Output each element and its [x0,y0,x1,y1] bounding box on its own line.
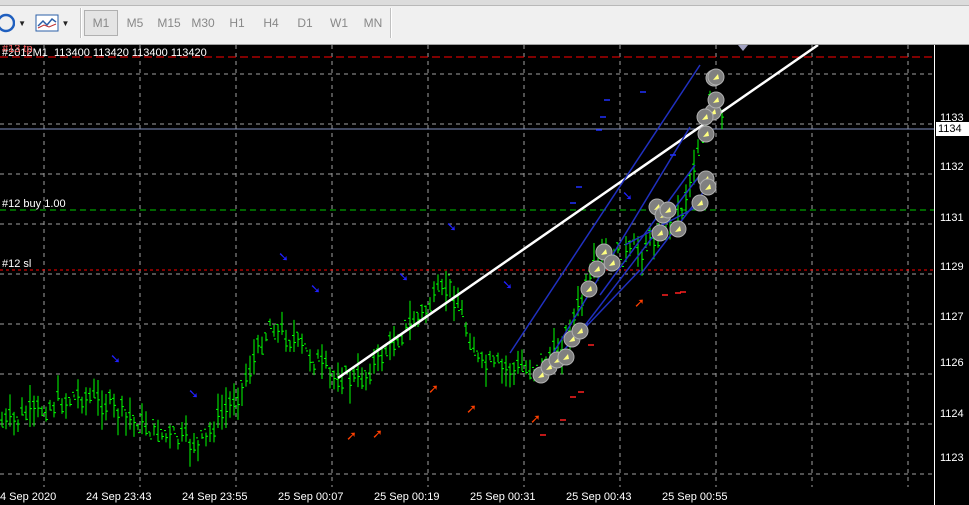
buy-arrow-icon: ➚ [634,296,645,311]
toolbar-separator [390,8,392,38]
buy-arrow-icon: ➚ [428,382,439,397]
timeframe-w1-button[interactable]: W1 [322,10,356,36]
sell-arrow-icon: ➘ [278,250,289,265]
sell-arrow-icon: ➘ [110,352,121,367]
sell-arrow-icon: ➘ [446,220,457,235]
price-axis-label: 1127 [940,311,964,323]
timeframe-d1-button[interactable]: D1 [288,10,322,36]
chart-area[interactable]: ➘ ➘ ➘ ➘ ➘ ➘ ➘ ➘ ➚ ➚ ➚ ➚ ➚ ➚ #2012M1 113400 113420 113… [0,45,969,505]
price-chart[interactable]: ➘ ➘ ➘ ➘ ➘ ➘ ➘ ➘ ➚ ➚ ➚ ➚ ➚ ➚ [0,45,969,505]
time-axis-label: 25 Sep 00:19 [374,491,440,503]
time-axis-label: 24 Sep 23:55 [182,491,248,503]
sell-arrow-icon: ➘ [188,387,199,402]
time-axis-label: 24 Sep 23:43 [86,491,152,503]
chart-history-button[interactable]: ▼ [0,10,26,36]
chevron-down-icon: ▼ [18,18,26,28]
timeframe-m1-button[interactable]: M1 [84,10,118,36]
time-axis-label: 25 Sep 00:55 [662,491,728,503]
toolbar-top-edge [0,0,969,6]
sell-arrow-icon: ➘ [502,278,513,293]
blue-trade-line [569,174,701,346]
timeframe-mn-button[interactable]: MN [356,10,390,36]
sell-arrow-icon: ➘ [398,270,409,285]
timeframe-m5-button[interactable]: M5 [118,10,152,36]
chevron-down-icon: ▼ [61,18,70,28]
blue-trade-line [539,126,691,376]
templates-icon [35,14,59,32]
tp-label: #13 tp [2,45,33,55]
time-axis-label: 25 Sep 00:07 [278,491,344,503]
refresh-circle-icon [0,13,16,33]
scroll-indicator-icon [738,45,748,51]
ohlc-info: #2012M1 113400 113420 113400 113420 [2,47,207,59]
chart-toolbar: ▼ ▼ M1 M5 M15 M30 H1 H4 D1 W1 MN [0,0,969,45]
chart-templates-button[interactable]: ▼ [32,10,72,36]
time-axis-label: 25 Sep 00:43 [566,491,632,503]
price-axis-label: 1124 [940,408,964,420]
buy-arrow-icon: ➚ [372,427,383,442]
buy-arrow-icon: ➚ [466,402,477,417]
current-price-label: 1134 [936,122,969,136]
buy-arrow-icon: ➚ [346,429,357,444]
sell-arrow-icon: ➘ [310,282,321,297]
buy-arrow-icon: ➚ [530,412,541,427]
timeframe-h4-button[interactable]: H4 [254,10,288,36]
timeframe-m15-button[interactable]: M15 [152,10,186,36]
time-axis-label: 25 Sep 00:31 [470,491,536,503]
price-axis-label: 1131 [940,212,964,224]
toolbar-separator [80,8,82,38]
price-axis[interactable]: 113511331132113111291127112611241123 113… [934,45,969,505]
price-axis-label: 1123 [940,452,964,464]
price-axis-label: 1126 [940,357,964,369]
sl-label: #12 sl [2,258,32,270]
sell-arrow-icon: ➘ [622,189,633,204]
timeframe-m30-button[interactable]: M30 [186,10,220,36]
timeframe-h1-button[interactable]: H1 [220,10,254,36]
time-axis-label: 4 Sep 2020 [0,491,57,503]
price-axis-label: 1129 [940,261,964,273]
buy-order-label: #12 buy 1.00 [2,198,66,210]
price-axis-label: 1132 [940,161,964,173]
